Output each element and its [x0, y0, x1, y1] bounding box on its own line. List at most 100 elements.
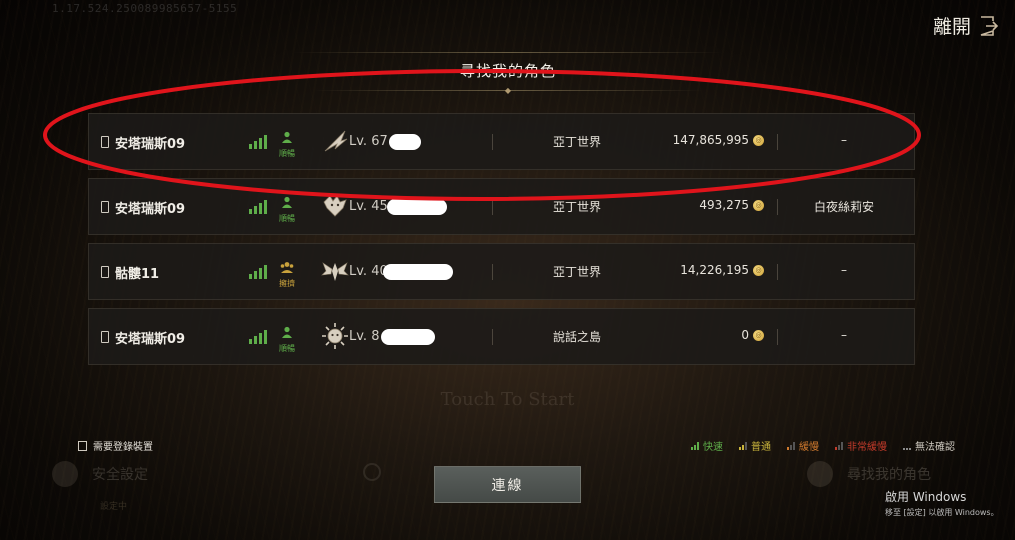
character-row[interactable]: 安塔瑞斯09 順暢 Lv. 67 亞丁世界 147,865,995 ◎ – — [88, 113, 915, 170]
character-row[interactable]: 骷髏11 擁擠 Lv. 40 亞丁世界 14,226,195 ◎ – — [88, 243, 915, 300]
adena-coin-icon: ◎ — [753, 329, 764, 341]
signal-strength-icon — [249, 200, 267, 214]
title-ornament-icon: ◆ — [504, 86, 512, 95]
phone-icon — [101, 201, 109, 213]
signal-bars-icon — [835, 441, 843, 450]
person-icon — [282, 196, 292, 208]
phone-icon — [101, 136, 109, 148]
character-name: 安塔瑞斯09 — [115, 332, 186, 347]
feather-wing-icon — [324, 130, 348, 152]
character-name: 安塔瑞斯09 — [115, 202, 186, 217]
column-divider — [492, 199, 493, 215]
security-label: 安全設定 — [92, 467, 148, 483]
windows-activation-sub: 移至 [設定] 以啟用 Windows。 — [885, 508, 999, 517]
clan-name: – — [841, 328, 847, 342]
clan-name: – — [841, 133, 847, 147]
status-label: 順暢 — [279, 149, 295, 158]
security-icon — [52, 461, 78, 487]
character-level: Lv. 45 — [349, 199, 388, 214]
wolf-head-icon — [323, 195, 347, 217]
status-label: 順暢 — [279, 214, 295, 223]
need-device-label: 需要登錄裝置 — [93, 442, 153, 453]
page-title: 尋找我的角色 — [459, 62, 556, 80]
winged-emblem-icon — [321, 262, 349, 281]
adena-amount: 0 ◎ — [741, 328, 764, 342]
server-status: 擁擠 — [276, 258, 298, 289]
server-name: 亞丁世界 — [552, 265, 601, 279]
redaction-mark — [389, 134, 421, 150]
phone-icon — [101, 331, 109, 343]
adena-amount: 493,275 ◎ — [699, 198, 764, 212]
sun-mask-icon — [322, 323, 348, 349]
character-name: 骷髏11 — [115, 267, 160, 282]
character-row[interactable]: 安塔瑞斯09 順暢 Lv. 8 說話之島 0 ◎ – — [88, 308, 915, 365]
find-character-bg: 尋找我的角色 — [807, 461, 931, 487]
loading-spinner-icon — [363, 463, 381, 481]
signal-strength-icon — [249, 330, 267, 344]
signal-bars-icon — [691, 441, 699, 450]
version-text: 1.17.524.250089985657-5155 — [52, 2, 238, 15]
legend-very-slow: 非常緩慢 — [835, 438, 887, 453]
legend-label: 普通 — [751, 442, 771, 453]
server-name: 亞丁世界 — [552, 135, 601, 149]
legend-fast: 快速 — [691, 438, 723, 453]
server-status: 順暢 — [276, 323, 298, 354]
character-list: 安塔瑞斯09 順暢 Lv. 67 亞丁世界 147,865,995 ◎ – 安塔瑞… — [88, 113, 915, 373]
title-area: 尋找我的角色 ◆ — [253, 48, 763, 96]
clan-name: 白夜絲莉安 — [813, 200, 874, 214]
column-divider — [492, 134, 493, 150]
phone-icon — [101, 266, 109, 278]
column-divider — [492, 329, 493, 345]
character-name: 安塔瑞斯09 — [115, 137, 186, 152]
security-settings-bg: 安全設定 — [52, 461, 148, 487]
legend-label: 非常緩慢 — [847, 442, 887, 453]
adena-coin-icon: ◎ — [753, 199, 764, 211]
legend-slow: 緩慢 — [787, 438, 819, 453]
legend-label: 快速 — [703, 442, 723, 453]
adena-coin-icon: ◎ — [753, 134, 764, 146]
signal-strength-icon — [249, 135, 267, 149]
character-level: Lv. 67 — [349, 134, 388, 149]
security-sub-label: 設定中 — [100, 502, 128, 512]
signal-bars-icon — [903, 442, 911, 450]
signal-strength-icon — [249, 265, 267, 279]
windows-activation-watermark: 啟用 Windows 移至 [設定] 以啟用 Windows。 — [885, 488, 999, 518]
adena-value: 493,275 — [699, 198, 749, 212]
crowd-icon — [280, 262, 294, 273]
need-device-option[interactable]: 需要登錄裝置 — [78, 438, 153, 453]
person-icon — [282, 326, 292, 338]
column-divider — [492, 264, 493, 280]
adena-value: 0 — [741, 328, 749, 342]
adena-value: 147,865,995 — [672, 133, 749, 147]
title-divider-top — [293, 52, 723, 53]
character-level: Lv. 8 — [349, 329, 380, 344]
character-icon — [807, 461, 833, 487]
exit-button[interactable]: 離開 — [933, 12, 999, 39]
character-level: Lv. 40 — [349, 264, 388, 279]
server-name: 說話之島 — [552, 330, 601, 344]
adena-value: 14,226,195 — [680, 263, 749, 277]
find-character-bg-label: 尋找我的角色 — [847, 467, 931, 483]
adena-amount: 147,865,995 ◎ — [673, 133, 764, 147]
signal-bars-icon — [739, 441, 747, 450]
connect-button[interactable]: 連線 — [434, 466, 581, 503]
legend-normal: 普通 — [739, 438, 771, 453]
adena-amount: 14,226,195 ◎ — [680, 263, 764, 277]
redaction-mark — [387, 199, 447, 215]
person-icon — [282, 131, 292, 143]
redaction-mark — [383, 264, 453, 280]
server-status: 順暢 — [276, 193, 298, 224]
adena-coin-icon: ◎ — [753, 264, 764, 276]
character-row[interactable]: 安塔瑞斯09 順暢 Lv. 45 亞丁世界 493,275 ◎ 白夜絲莉安 — [88, 178, 915, 235]
signal-bars-icon — [787, 441, 795, 450]
legend-unknown: 無法確認 — [903, 438, 955, 453]
signal-legend: 快速 普通 緩慢 非常緩慢 無法確認 — [691, 438, 955, 453]
exit-label: 離開 — [932, 16, 971, 38]
legend-label: 緩慢 — [799, 442, 819, 453]
windows-activation-title: 啟用 Windows — [885, 490, 967, 504]
clan-name: – — [841, 263, 847, 277]
exit-door-icon — [980, 15, 999, 36]
touch-to-start-text: Touch To Start — [440, 389, 575, 410]
need-device-checkbox[interactable] — [78, 440, 87, 451]
server-status: 順暢 — [276, 128, 298, 159]
